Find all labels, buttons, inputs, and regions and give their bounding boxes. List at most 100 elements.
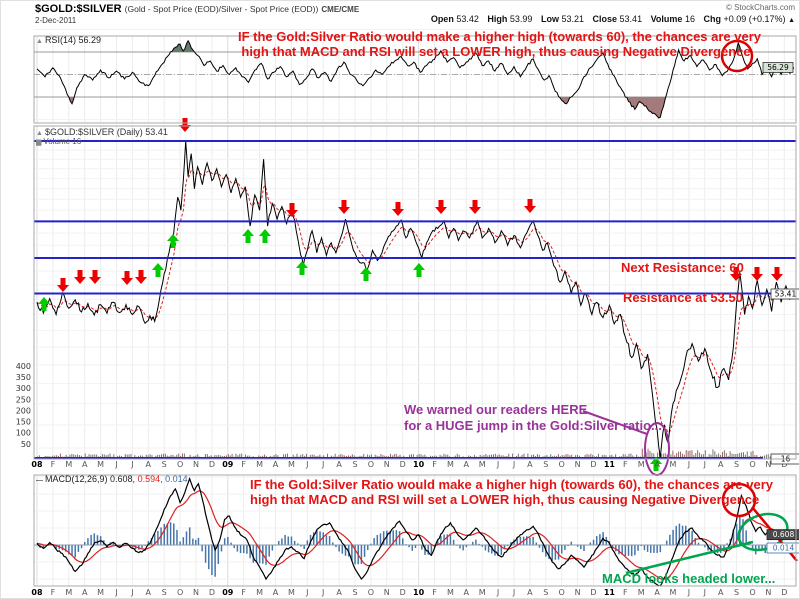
svg-text:S: S bbox=[734, 588, 739, 597]
svg-text:M: M bbox=[288, 460, 295, 469]
chg-up-icon: ▲ bbox=[788, 17, 795, 24]
open-label: Open bbox=[430, 14, 454, 24]
svg-text:J: J bbox=[687, 588, 690, 597]
stockcharts-chart: 87.585.082.580.077.575.072.570.067.565.0… bbox=[0, 0, 800, 599]
svg-text:M: M bbox=[479, 460, 486, 469]
chg-label: Chg bbox=[703, 14, 721, 24]
svg-text:A: A bbox=[273, 460, 279, 469]
svg-text:J: J bbox=[512, 588, 515, 597]
svg-text:M: M bbox=[447, 460, 454, 469]
svg-text:A: A bbox=[146, 588, 152, 597]
svg-text:J: J bbox=[130, 588, 133, 597]
high-label: High bbox=[487, 14, 508, 24]
svg-text:N: N bbox=[765, 460, 771, 469]
svg-text:F: F bbox=[623, 588, 628, 597]
annotation-macd-line1: IF the Gold:Silver Ratio would make a hi… bbox=[250, 477, 774, 492]
svg-text:S: S bbox=[162, 588, 167, 597]
svg-text:M: M bbox=[65, 588, 72, 597]
header-line: $GOLD:$SILVER (Gold - Spot Price (EOD)/S… bbox=[35, 3, 359, 15]
svg-text:M: M bbox=[97, 588, 104, 597]
annotation-purple-line2: for a HUGE jump in the Gold:Silver ratio… bbox=[404, 418, 662, 433]
annotation-top-line1: IF the Gold:Silver Ratio would make a hi… bbox=[238, 29, 762, 44]
svg-text:S: S bbox=[734, 460, 739, 469]
svg-text:O: O bbox=[559, 588, 565, 597]
svg-text:11: 11 bbox=[604, 460, 616, 469]
svg-text:O: O bbox=[177, 460, 183, 469]
svg-text:D: D bbox=[590, 460, 596, 469]
svg-text:A: A bbox=[654, 588, 660, 597]
svg-text:50: 50 bbox=[21, 440, 31, 449]
svg-text:O: O bbox=[749, 460, 755, 469]
svg-text:56.29: 56.29 bbox=[767, 63, 789, 72]
open-value: 53.42 bbox=[456, 14, 479, 24]
close-label: Close bbox=[592, 14, 618, 24]
svg-text:A: A bbox=[336, 460, 342, 469]
chart-icon: ▲ bbox=[36, 130, 43, 137]
svg-text:08: 08 bbox=[31, 588, 43, 597]
svg-text:N: N bbox=[575, 588, 581, 597]
svg-text:S: S bbox=[162, 460, 167, 469]
svg-text:D: D bbox=[781, 588, 787, 597]
svg-text:200: 200 bbox=[16, 406, 31, 415]
svg-text:F: F bbox=[51, 460, 56, 469]
volume-value: 16 bbox=[684, 14, 695, 24]
rsi-label-row: ▲ RSI(14) 56.29 bbox=[36, 35, 101, 45]
high-value: 53.99 bbox=[509, 14, 533, 24]
chg-value: +0.09 (+0.17%) bbox=[723, 14, 786, 24]
svg-text:O: O bbox=[368, 588, 374, 597]
svg-text:J: J bbox=[321, 588, 324, 597]
svg-text:J: J bbox=[305, 460, 308, 469]
annotation-top-line2: high that MACD and RSI will set a LOWER … bbox=[241, 44, 751, 59]
svg-text:M: M bbox=[288, 588, 295, 597]
svg-text:O: O bbox=[368, 460, 374, 469]
svg-text:M: M bbox=[638, 588, 645, 597]
svg-text:M: M bbox=[256, 460, 263, 469]
annotation-resistance-5350: Resistance at 53.50 bbox=[623, 290, 743, 305]
svg-text:J: J bbox=[130, 460, 133, 469]
annotation-macd-lower: MACD looks headed lower... bbox=[602, 571, 776, 586]
volume-label: Volume bbox=[650, 14, 683, 24]
svg-text:0.608: 0.608 bbox=[773, 530, 795, 539]
annotation-macd-divergence: IF the Gold:Silver Ratio would make a hi… bbox=[250, 477, 773, 507]
svg-text:J: J bbox=[703, 588, 706, 597]
svg-text:O: O bbox=[749, 588, 755, 597]
annotation-macd-line2: high that MACD and RSI will set a LOWER … bbox=[250, 492, 760, 507]
svg-text:N: N bbox=[384, 460, 390, 469]
svg-text:A: A bbox=[718, 588, 724, 597]
svg-text:A: A bbox=[146, 460, 152, 469]
svg-text:08: 08 bbox=[31, 460, 43, 469]
svg-text:J: J bbox=[305, 588, 308, 597]
svg-text:A: A bbox=[464, 460, 470, 469]
svg-text:J: J bbox=[703, 460, 706, 469]
svg-text:M: M bbox=[479, 588, 486, 597]
annotation-purple-line1: We warned our readers HERE bbox=[404, 402, 588, 417]
quote-line: Open 53.42 High 53.99 Low 53.21 Close 53… bbox=[425, 14, 795, 24]
svg-text:A: A bbox=[273, 588, 279, 597]
svg-text:J: J bbox=[687, 460, 690, 469]
svg-text:A: A bbox=[718, 460, 724, 469]
price-label: $GOLD:$SILVER (Daily) 53.41 bbox=[44, 127, 168, 137]
svg-text:S: S bbox=[352, 460, 357, 469]
low-value: 53.21 bbox=[561, 14, 584, 24]
svg-text:A: A bbox=[82, 588, 88, 597]
svg-text:O: O bbox=[177, 588, 183, 597]
svg-text:M: M bbox=[256, 588, 263, 597]
svg-text:J: J bbox=[321, 460, 324, 469]
svg-text:350: 350 bbox=[16, 373, 31, 382]
close-value: 53.41 bbox=[619, 14, 643, 24]
svg-text:D: D bbox=[400, 588, 406, 597]
price-volume-label: Volume 16 bbox=[43, 137, 82, 146]
svg-text:S: S bbox=[352, 588, 357, 597]
svg-text:F: F bbox=[51, 588, 56, 597]
rsi-label: RSI(14) 56.29 bbox=[44, 35, 101, 45]
svg-text:F: F bbox=[432, 460, 437, 469]
macd-label-hist: 0.014 bbox=[165, 474, 188, 484]
svg-text:A: A bbox=[654, 460, 660, 469]
svg-text:53.41: 53.41 bbox=[775, 290, 797, 299]
annotation-next-resistance: Next Resistance: 60 bbox=[621, 260, 744, 275]
svg-text:D: D bbox=[400, 460, 406, 469]
svg-text:D: D bbox=[590, 588, 596, 597]
macd-label-row: — MACD(12,26,9) 0.608, 0.594, 0.014 bbox=[36, 474, 188, 484]
svg-text:0.014: 0.014 bbox=[773, 544, 795, 553]
svg-text:A: A bbox=[527, 460, 533, 469]
